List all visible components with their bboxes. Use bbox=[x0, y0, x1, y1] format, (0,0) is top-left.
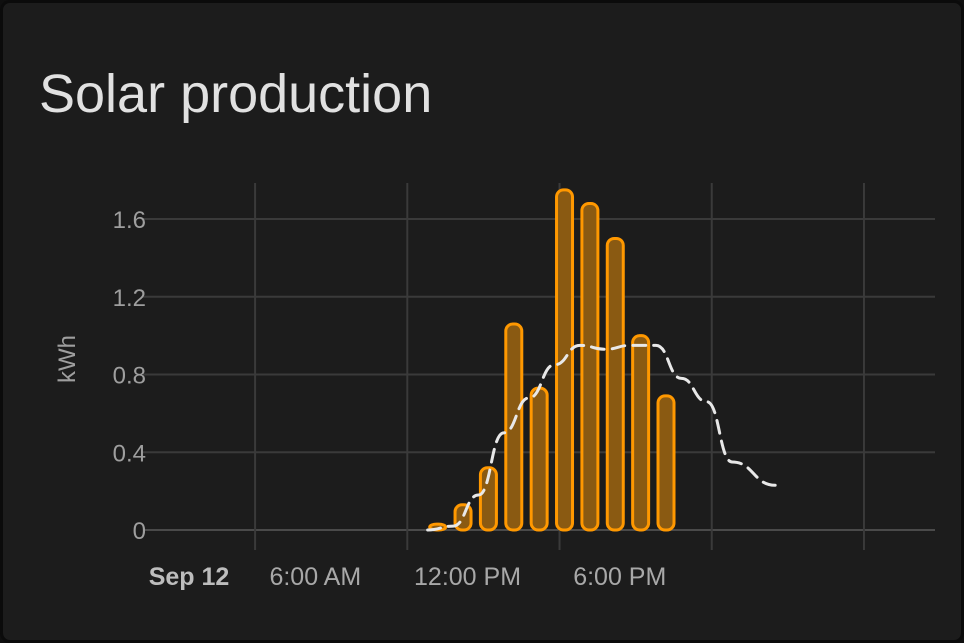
y-tick-label: 1.6 bbox=[113, 207, 146, 234]
y-tick-label: 0.4 bbox=[113, 440, 146, 467]
y-tick-label: 0 bbox=[133, 518, 146, 545]
bar[interactable] bbox=[504, 322, 524, 532]
y-axis-title: kWh bbox=[54, 335, 81, 383]
solar-production-chart[interactable]: 0 0.4 0.8 1.2 1.6 Sep 12 6:00 AM 12:00 PM 6:00 P… bbox=[3, 3, 964, 643]
solar-production-card: Solar production 0 0.4 0.8 1.2 1.6 Sep 12 6:00… bbox=[0, 0, 964, 643]
bar[interactable] bbox=[529, 386, 549, 532]
x-tick-label-date: Sep 12 bbox=[149, 563, 230, 591]
x-tick-label: 6:00 PM bbox=[573, 563, 666, 591]
bar[interactable] bbox=[580, 201, 600, 532]
x-tick-label: 6:00 AM bbox=[269, 563, 361, 591]
x-tick-label: 12:00 PM bbox=[414, 563, 521, 591]
y-tick-label: 1.2 bbox=[113, 285, 146, 312]
bar[interactable] bbox=[656, 394, 676, 532]
bar[interactable] bbox=[605, 236, 625, 532]
y-tick-label: 0.8 bbox=[113, 363, 146, 390]
bar[interactable] bbox=[631, 334, 651, 532]
